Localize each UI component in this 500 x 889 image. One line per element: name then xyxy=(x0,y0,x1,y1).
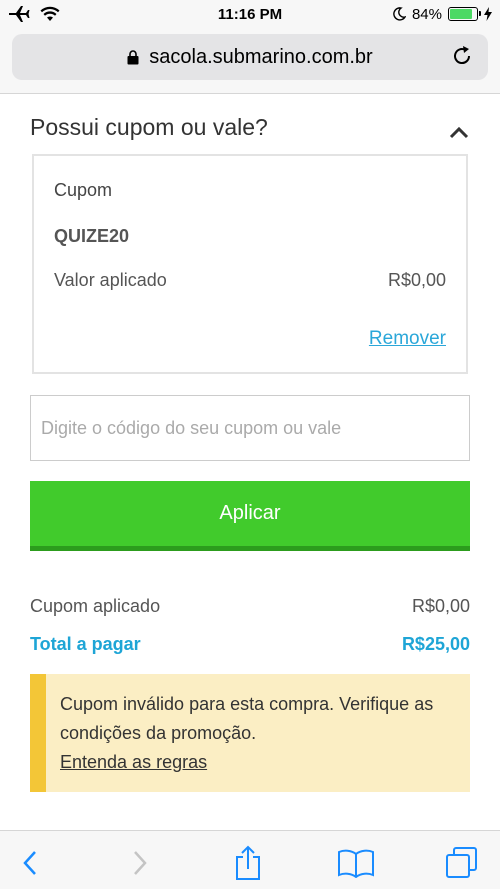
forward-button[interactable] xyxy=(120,845,160,881)
charging-icon xyxy=(484,7,492,21)
total-label: Total a pagar xyxy=(30,634,141,654)
tabs-icon xyxy=(446,847,477,878)
battery-fill xyxy=(450,9,472,19)
total-value: R$25,00 xyxy=(401,634,470,654)
share-icon xyxy=(236,845,260,880)
status-right: 84% xyxy=(372,6,492,23)
lock-icon xyxy=(127,49,139,64)
tabs-button[interactable] xyxy=(442,845,482,881)
coupon-code: QUIZE20 xyxy=(54,226,130,246)
url-text: sacola.submarino.com.br xyxy=(149,45,373,68)
coupon-applied-row: Cupom aplicado R$0,00 xyxy=(30,596,470,617)
invalid-coupon-warning: Cupom inválido para esta compra. Verifiq… xyxy=(30,674,470,792)
wifi-icon xyxy=(40,6,60,21)
status-left xyxy=(8,5,128,23)
status-time: 11:16 PM xyxy=(217,5,283,23)
coupon-applied-value: R$0,00 xyxy=(411,596,470,616)
browser-toolbar xyxy=(0,830,500,889)
forward-icon xyxy=(134,851,147,875)
total-row: Total a pagar R$25,00 xyxy=(30,634,470,655)
applied-value-label: Valor aplicado xyxy=(54,270,167,290)
coupon-applied-label: Cupom aplicado xyxy=(30,596,161,616)
applied-value: R$0,00 xyxy=(387,270,446,290)
section-title: Possui cupom ou vale? xyxy=(30,114,268,140)
moon-icon xyxy=(393,7,406,21)
coupon-label: Cupom xyxy=(54,180,113,200)
apply-coupon-button[interactable]: Aplicar xyxy=(30,481,470,551)
battery-icon xyxy=(448,7,481,21)
airplane-icon xyxy=(9,6,30,22)
rules-link[interactable]: Entenda as regras xyxy=(60,752,207,772)
back-button[interactable] xyxy=(10,845,50,881)
browser-address-area: sacola.submarino.com.br xyxy=(0,28,500,94)
status-bar: 11:16 PM 84% xyxy=(0,0,500,28)
battery-percent: 84% xyxy=(411,5,442,23)
bookmarks-icon xyxy=(338,849,374,878)
warning-message: Cupom inválido para esta compra. Verifiq… xyxy=(60,694,434,743)
address-bar[interactable]: sacola.submarino.com.br xyxy=(12,34,488,80)
coupon-code-input[interactable] xyxy=(30,395,470,461)
remove-coupon-link[interactable]: Remover xyxy=(369,328,446,350)
share-button[interactable] xyxy=(228,845,268,881)
applied-coupon-card: Cupom QUIZE20 Valor aplicado R$0,00 Remo… xyxy=(32,154,468,374)
bookmarks-button[interactable] xyxy=(336,845,376,881)
reload-icon[interactable] xyxy=(450,44,474,68)
back-icon xyxy=(23,851,36,875)
chevron-up-icon[interactable] xyxy=(448,122,470,144)
